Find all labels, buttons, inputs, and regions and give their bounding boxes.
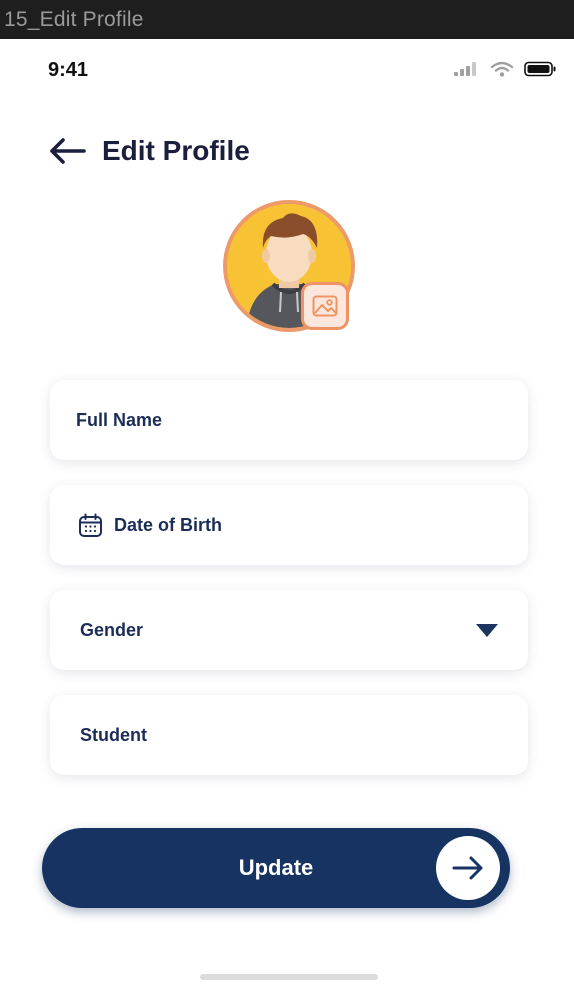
- calendar-icon: [78, 512, 104, 538]
- phone-screen: 9:41 Edit Profile Full Name Date of Birt…: [4, 39, 574, 1008]
- signal-icon: [454, 62, 476, 76]
- role-label: Student: [80, 724, 147, 745]
- image-icon: [312, 295, 338, 317]
- full-name-field[interactable]: Full Name: [50, 380, 528, 460]
- home-indicator: [200, 974, 378, 980]
- date-of-birth-field[interactable]: Date of Birth: [50, 485, 528, 565]
- avatar: [223, 200, 355, 332]
- change-photo-button[interactable]: [301, 282, 349, 330]
- gender-label: Gender: [80, 619, 144, 640]
- update-button[interactable]: Update: [42, 828, 510, 908]
- role-field[interactable]: Student: [50, 695, 528, 775]
- window-title: 15_Edit Profile: [4, 8, 144, 31]
- page-header: Edit Profile: [48, 133, 250, 169]
- window-title-bar: 15_Edit Profile: [0, 0, 574, 39]
- dropdown-caret-icon: [476, 624, 498, 637]
- wifi-icon: [490, 61, 514, 77]
- full-name-label: Full Name: [76, 409, 163, 430]
- date-of-birth-label: Date of Birth: [114, 514, 222, 535]
- back-button[interactable]: [48, 133, 88, 169]
- status-time: 9:41: [48, 59, 89, 81]
- battery-icon: [524, 61, 556, 77]
- arrow-right-icon: [436, 836, 500, 900]
- page-title: Edit Profile: [102, 135, 250, 166]
- status-icons: [454, 61, 556, 77]
- back-arrow-icon: [50, 138, 86, 164]
- gender-select[interactable]: Gender: [50, 590, 528, 670]
